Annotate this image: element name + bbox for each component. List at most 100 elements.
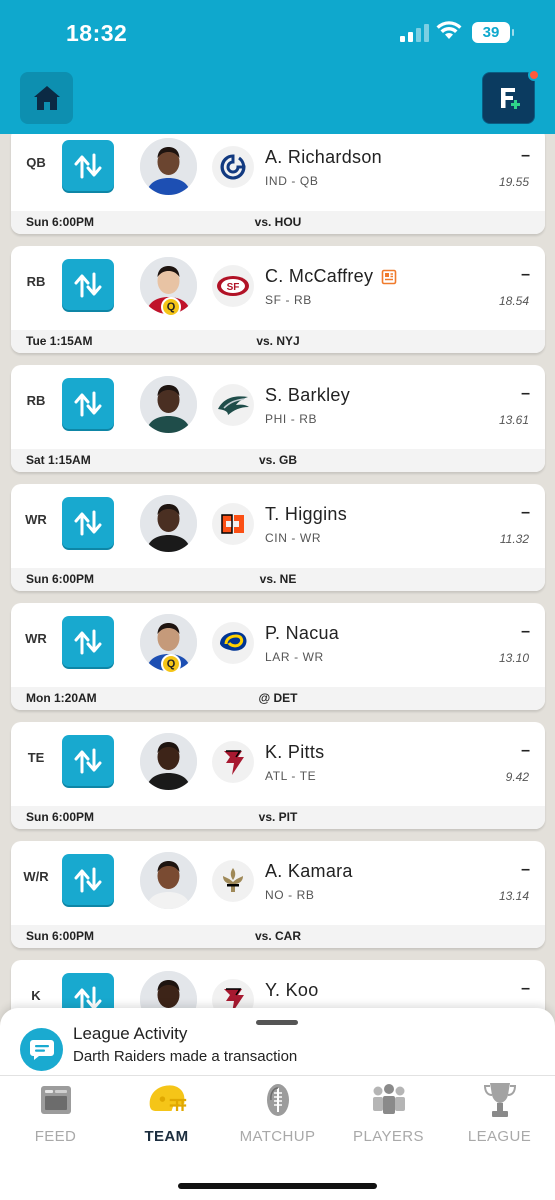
player-team-position: LAR - WR <box>265 650 324 664</box>
player-name[interactable]: S. Barkley <box>265 385 350 406</box>
player-name[interactable]: Y. Koo <box>265 980 319 1001</box>
opponent: vs. NE <box>259 572 297 586</box>
league-activity-panel[interactable]: League Activity Darth Raiders made a tra… <box>0 1008 555 1078</box>
player-name[interactable]: K. Pitts <box>265 742 324 763</box>
player-projection: 9.42 <box>505 770 529 784</box>
player-score: – <box>521 504 530 521</box>
swap-player-button[interactable] <box>62 378 114 429</box>
team-logo-icon: SF <box>212 265 254 307</box>
game-info-bar: Sun 6:00PM vs. HOU <box>11 211 545 234</box>
roster-card[interactable]: TE K. Pitts ATL - TE – 9.42 Sun 6:00PM v… <box>11 722 545 829</box>
tab-feed[interactable]: FEED <box>0 1076 111 1156</box>
team-logo-icon <box>212 503 254 545</box>
player-score: – <box>521 980 530 997</box>
roster-card[interactable]: WR T. Higgins CIN - WR – 11.32 Sun 6:00P… <box>11 484 545 591</box>
player-score: – <box>521 623 530 640</box>
cellular-signal-icon <box>400 24 429 42</box>
roster-card[interactable]: W/R A. Kamara NO - RB – 13.14 Sun 6:00PM <box>11 841 545 948</box>
player-name-text: C. McCaffrey <box>265 266 374 286</box>
lineup-slot: QB <box>26 155 46 170</box>
swap-player-button[interactable] <box>62 854 114 905</box>
player-name[interactable]: T. Higgins <box>265 504 347 525</box>
opponent: vs. NYJ <box>256 334 300 348</box>
game-info-bar: Sun 6:00PM vs. NE <box>11 568 545 591</box>
helmet-icon <box>146 1080 188 1120</box>
fantasy-plus-icon <box>500 88 520 109</box>
lineup-slot: RB <box>26 393 46 408</box>
lineup-slot: WR <box>25 631 47 646</box>
player-name[interactable]: A. Richardson <box>265 147 382 168</box>
opponent: vs. PIT <box>258 810 298 824</box>
player-name[interactable]: A. Kamara <box>265 861 353 882</box>
player-projection: 13.14 <box>498 889 529 903</box>
players-icon <box>368 1080 410 1120</box>
tab-team[interactable]: TEAM <box>111 1076 222 1156</box>
player-team-position: IND - QB <box>265 174 319 188</box>
team-logo-icon <box>212 860 254 902</box>
feed-icon <box>35 1080 77 1120</box>
roster-list[interactable]: QB A. Richardson IND - QB – 19.55 Sun 6:… <box>0 134 555 1014</box>
lineup-slot: K <box>31 988 41 1003</box>
roster-card[interactable]: WR Q P. Nacua LAR - WR – 13.10 Mon 1:20A… <box>11 603 545 710</box>
player-headshot[interactable] <box>140 376 197 433</box>
tab-label: PLAYERS <box>353 1128 424 1145</box>
home-icon <box>33 86 60 110</box>
roster-card[interactable]: QB A. Richardson IND - QB – 19.55 Sun 6:… <box>11 134 545 234</box>
player-score: – <box>521 385 530 402</box>
player-score: – <box>521 742 530 759</box>
home-button[interactable] <box>20 72 73 124</box>
player-headshot[interactable] <box>140 733 197 790</box>
swap-player-button[interactable] <box>62 735 114 786</box>
swap-player-button[interactable] <box>62 616 114 667</box>
team-logo-icon <box>212 384 254 426</box>
news-icon[interactable] <box>381 269 397 285</box>
game-info-bar: Sun 6:00PM vs. PIT <box>11 806 545 829</box>
lineup-slot: WR <box>25 512 47 527</box>
opponent: vs. HOU <box>254 215 302 229</box>
swap-arrows-icon <box>74 153 102 178</box>
svg-text:SF: SF <box>227 282 240 293</box>
opponent: @ DET <box>258 691 298 705</box>
player-name-text: Y. Koo <box>265 980 319 1000</box>
player-team-position: SF - RB <box>265 293 312 307</box>
tab-league[interactable]: LEAGUE <box>444 1076 555 1156</box>
activity-subtitle: Darth Raiders made a transaction <box>73 1048 298 1065</box>
fantasy-plus-button[interactable] <box>482 69 540 124</box>
injury-badge: Q <box>154 297 182 317</box>
player-projection: 11.32 <box>499 532 529 546</box>
tab-players[interactable]: PLAYERS <box>333 1076 444 1156</box>
player-name[interactable]: C. McCaffrey <box>265 266 397 287</box>
lineup-slot: RB <box>26 274 46 289</box>
swap-player-button[interactable] <box>62 497 114 548</box>
swap-arrows-icon <box>74 510 102 535</box>
football-icon <box>257 1080 299 1120</box>
app-header: 18:32 39 <box>0 0 555 134</box>
player-name-text: S. Barkley <box>265 385 351 405</box>
roster-card[interactable]: RB S. Barkley PHI - RB – 13.61 Sat 1:15A… <box>11 365 545 472</box>
tab-matchup[interactable]: MATCHUP <box>222 1076 333 1156</box>
player-headshot[interactable] <box>140 852 197 909</box>
tab-label: LEAGUE <box>467 1128 532 1145</box>
player-name-text: K. Pitts <box>265 742 325 762</box>
player-team-position: ATL - TE <box>265 769 317 783</box>
tab-label: TEAM <box>144 1128 189 1145</box>
player-score: – <box>521 861 530 878</box>
roster-card[interactable]: RB Q SF C. McCaffrey SF - RB – 18.54 Tue… <box>11 246 545 353</box>
team-logo-icon <box>212 146 254 188</box>
roster-card[interactable]: K Y. Koo ATL - K – <box>11 960 545 1014</box>
team-logo-icon <box>212 741 254 783</box>
player-name[interactable]: P. Nacua <box>265 623 339 644</box>
activity-title: League Activity <box>73 1024 188 1043</box>
game-info-bar: Mon 1:20AM @ DET <box>11 687 545 710</box>
team-logo-icon <box>212 622 254 664</box>
player-projection: 13.61 <box>498 413 529 427</box>
sheet-grabber[interactable] <box>256 1020 298 1025</box>
player-headshot[interactable] <box>140 495 197 552</box>
swap-player-button[interactable] <box>62 259 114 310</box>
player-name-text: A. Kamara <box>265 861 353 881</box>
lineup-slot: TE <box>27 750 45 765</box>
player-headshot[interactable] <box>140 138 197 195</box>
status-time: 18:32 <box>66 20 128 46</box>
swap-player-button[interactable] <box>62 140 114 191</box>
tab-label: MATCHUP <box>239 1128 316 1145</box>
